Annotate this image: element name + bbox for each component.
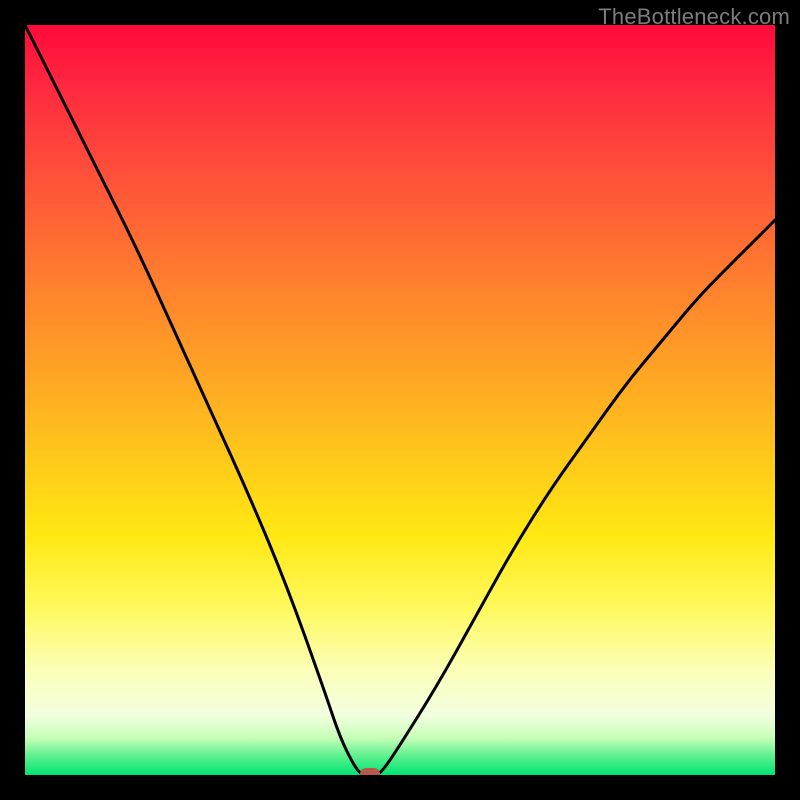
bottleneck-curve-path bbox=[25, 25, 775, 775]
minimum-marker bbox=[360, 768, 380, 775]
plot-area bbox=[25, 25, 775, 775]
chart-stage: TheBottleneck.com bbox=[0, 0, 800, 800]
curve-svg bbox=[25, 25, 775, 775]
